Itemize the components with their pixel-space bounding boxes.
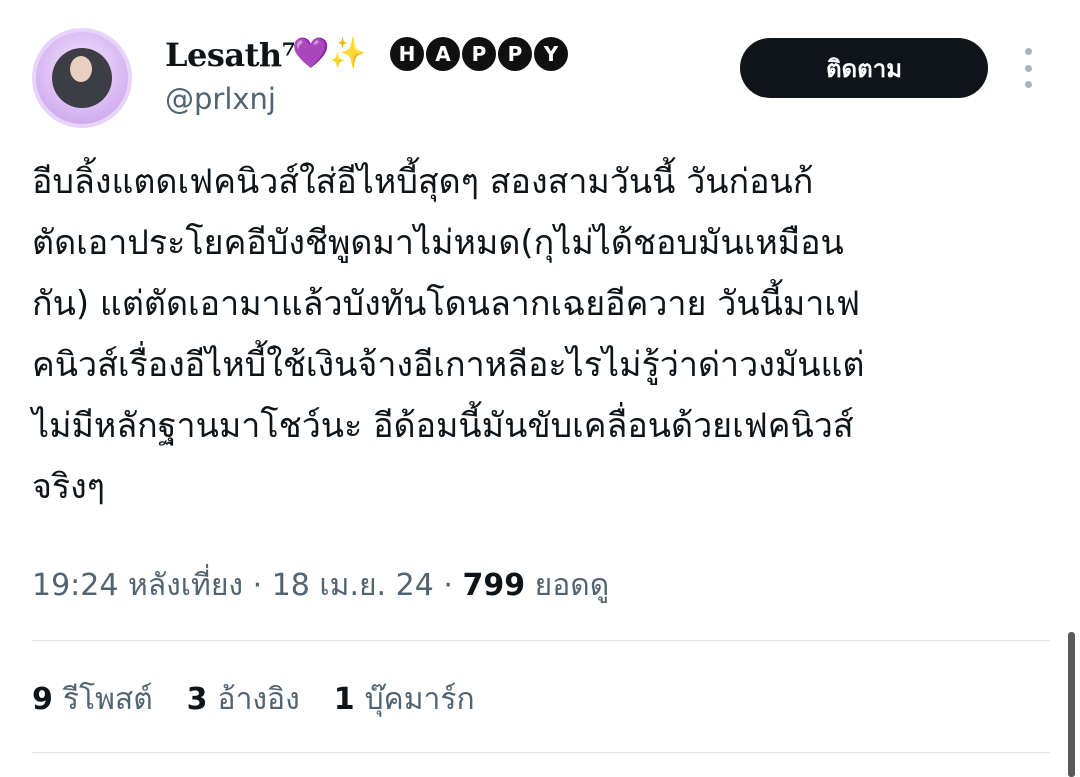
avatar[interactable] (32, 28, 132, 128)
tweet-date[interactable]: 18 เม.ย. 24 (272, 568, 434, 603)
quotes-stat[interactable]: 3 อ้างอิง (187, 676, 300, 723)
follow-button[interactable]: ติดตาม (740, 38, 988, 98)
reposts-label: รีโพสต์ (62, 682, 153, 717)
badge-letter: H (390, 37, 424, 71)
tweet-line: กัน) แต่ตัดเอามาแล้วบังทันโดนลากเฉยอีควา… (32, 284, 861, 324)
badge-letter: Y (534, 37, 568, 71)
tweet-text: อีบลิ้งแตดเฟคนิวส์ใส่อีไหบี้สุดๆ สองสามว… (32, 152, 1050, 518)
engagement-stats: 9 รีโพสต์ 3 อ้างอิง 1 บุ๊คมาร์ก (32, 676, 475, 723)
tweet-line: อีบลิ้งแตดเฟคนิวส์ใส่อีไหบี้สุดๆ สองสามว… (32, 162, 814, 202)
tweet-line: จริงๆ (32, 467, 106, 507)
badge-letter: A (426, 37, 460, 71)
user-handle[interactable]: @prlxnj (165, 82, 276, 116)
bookmarks-label: บุ๊คมาร์ก (364, 682, 475, 717)
dot (1024, 81, 1032, 88)
avatar-face (70, 56, 92, 82)
dot (1024, 64, 1032, 72)
badge-letter: P (498, 37, 532, 71)
tweet-meta: 19:24 หลังเที่ยง · 18 เม.ย. 24 · 799 ยอด… (32, 562, 609, 609)
bookmarks-stat[interactable]: 1 บุ๊คมาร์ก (334, 676, 475, 723)
happy-badge: H A P P Y (390, 37, 568, 71)
more-options-icon[interactable] (1016, 48, 1040, 88)
sparkles-icon: ✨ (329, 36, 367, 71)
reposts-stat[interactable]: 9 รีโพสต์ (32, 676, 153, 723)
divider (32, 640, 1050, 641)
reposts-count: 9 (32, 682, 53, 717)
badge-letter: P (462, 37, 496, 71)
separator: · (252, 568, 263, 603)
bookmarks-count: 1 (333, 682, 355, 717)
tweet-line: ตัดเอาประโยคอีบังชีพูดมาไม่หมด(กุไม่ได้ช… (32, 223, 844, 263)
divider (32, 752, 1050, 753)
quotes-label: อ้างอิง (217, 682, 300, 717)
name-emoji: 💜✨ (292, 36, 367, 71)
views-label: ยอดดู (534, 568, 610, 603)
views-count: 799 (462, 568, 526, 603)
tweet-detail: Lesath⁷ 💜✨ H A P P Y @prlxnj ติดตาม อีบล… (0, 0, 1080, 777)
dot (1024, 48, 1032, 55)
scrollbar[interactable] (1068, 632, 1075, 777)
purple-heart-icon: 💜 (292, 36, 330, 71)
separator: · (443, 568, 453, 603)
quotes-count: 3 (186, 682, 208, 717)
tweet-time[interactable]: 19:24 หลังเที่ยง (32, 568, 243, 603)
tweet-line: ไม่มีหลักฐานมาโชว์นะ อีด้อมนี้มันขับเคลื… (32, 406, 854, 446)
display-name[interactable]: Lesath⁷ (165, 36, 296, 74)
tweet-line: คนิวส์เรื่องอีไหบี้ใช้เงินจ้างอีเกาหลีอะ… (32, 345, 865, 385)
